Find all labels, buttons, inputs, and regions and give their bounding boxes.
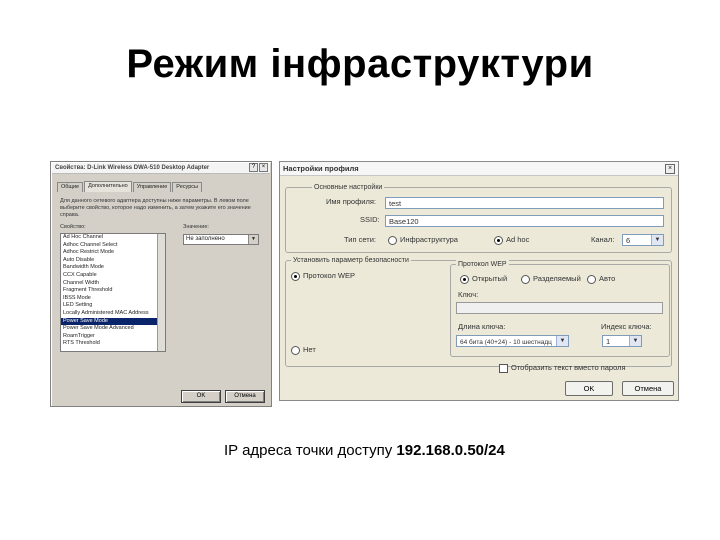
key-label: Ключ: — [458, 290, 479, 299]
list-item[interactable]: Bandwidth Mode — [61, 264, 165, 272]
description-text: Для данного сетевого адаптера доступны н… — [60, 198, 251, 218]
list-item[interactable]: Locally Administered MAC Address — [61, 310, 165, 318]
ok-button[interactable]: OK — [565, 381, 613, 396]
tab-resources[interactable]: Ресурсы — [172, 182, 202, 192]
list-item[interactable]: Power Save Mode — [61, 317, 165, 326]
open-auth-radio[interactable] — [460, 275, 469, 284]
help-icon[interactable]: ? — [249, 163, 258, 172]
adhoc-label: Ad hoc — [506, 235, 530, 244]
chevron-down-icon[interactable]: ▼ — [629, 336, 641, 346]
list-item[interactable]: Auto Disable — [61, 257, 165, 265]
list-item[interactable]: RoamTrigger — [61, 333, 165, 341]
chevron-down-icon[interactable]: ▼ — [651, 235, 663, 245]
profile-settings-dialog: Настройки профиля × Основные настройки И… — [279, 161, 679, 401]
show-password-checkbox[interactable] — [499, 364, 508, 373]
list-item[interactable]: Channel Width — [61, 280, 165, 288]
cancel-button[interactable]: Отмена — [622, 381, 674, 396]
list-item[interactable]: Power Save Mode Advanced — [61, 325, 165, 333]
list-item[interactable]: Adhoc Channel Select — [61, 242, 165, 250]
shared-auth-radio[interactable] — [521, 275, 530, 284]
value-label: Значение: — [183, 224, 209, 230]
close-icon[interactable]: × — [665, 164, 675, 174]
ok-button[interactable]: OK — [181, 390, 221, 403]
chevron-down-icon[interactable]: ▼ — [556, 336, 568, 346]
adhoc-radio[interactable] — [494, 236, 503, 245]
key-length-value: 64 бита (40+24) - 10 шестнадц — [460, 339, 552, 346]
none-radio[interactable] — [291, 346, 300, 355]
cancel-button[interactable]: Отмена — [225, 390, 265, 403]
tab-strip: Общие Дополнительно Управление Ресурсы — [57, 181, 203, 192]
ip-caption-prefix: IP адреса точки доступу — [224, 442, 397, 459]
ip-address-value: 192.168.0.50/24 — [396, 442, 505, 459]
ip-caption: IP адреса точки доступу 192.168.0.50/24 — [224, 442, 505, 459]
shared-auth-label: Разделяемый — [533, 274, 581, 283]
list-item[interactable]: RTS Threshold — [61, 340, 165, 348]
key-index-value: 1 — [606, 337, 611, 346]
key-length-select[interactable]: 64 бита (40+24) - 10 шестнадц ▼ — [456, 335, 569, 347]
adapter-properties-dialog: Свойства: D-Link Wireless DWA-510 Deskto… — [50, 161, 272, 407]
value-select-text: Не заполнено — [186, 236, 225, 242]
ssid-label: SSID: — [360, 215, 380, 224]
key-length-label: Длина ключа: — [458, 322, 506, 331]
dialog-title: Свойства: D-Link Wireless DWA-510 Deskto… — [52, 163, 270, 174]
wep-radio[interactable] — [291, 272, 300, 281]
close-icon[interactable]: × — [259, 163, 268, 172]
profile-dialog-title: Настройки профиля — [280, 162, 678, 176]
list-item[interactable]: Fragment Threshold — [61, 287, 165, 295]
property-list[interactable]: Ad Hoc Channel Adhoc Channel Select Adhoc … — [60, 233, 166, 352]
open-auth-label: Открытый — [472, 274, 508, 283]
security-legend: Установить параметр безопасности — [291, 256, 411, 265]
slide-title: Режим інфраструктури — [126, 42, 594, 86]
general-settings-legend: Основные настройки — [312, 183, 385, 192]
list-item[interactable]: IBSS Mode — [61, 295, 165, 303]
tab-general[interactable]: Общие — [57, 182, 84, 192]
value-select[interactable]: Не заполнено ▼ — [183, 234, 259, 245]
property-label: Свойство: — [60, 224, 86, 230]
channel-select[interactable]: 6 ▼ — [622, 234, 664, 246]
key-index-label: Индекс ключа: — [601, 322, 652, 331]
tab-management[interactable]: Управление — [132, 182, 172, 192]
property-list-scrollbar[interactable] — [157, 234, 165, 351]
profile-name-input[interactable]: test — [385, 197, 664, 209]
infrastructure-label: Инфраструктура — [400, 235, 458, 244]
channel-label: Канал: — [591, 235, 615, 244]
show-password-label: Отобразить текст вместо пароля — [511, 363, 626, 372]
infrastructure-radio[interactable] — [388, 236, 397, 245]
chevron-down-icon[interactable]: ▼ — [248, 235, 258, 244]
list-item[interactable]: LED Setting — [61, 302, 165, 310]
key-input[interactable] — [456, 302, 663, 314]
profile-name-label: Имя профиля: — [326, 197, 376, 206]
wep-radio-label: Протокол WEP — [303, 271, 356, 280]
auto-auth-radio[interactable] — [587, 275, 596, 284]
tab-advanced[interactable]: Дополнительно — [84, 181, 132, 192]
auto-auth-label: Авто — [599, 274, 616, 283]
list-item[interactable]: Ad Hoc Channel — [61, 234, 165, 242]
list-item[interactable]: Adhoc Restrict Mode — [61, 249, 165, 257]
ssid-input[interactable]: Base120 — [385, 215, 664, 227]
none-radio-label: Нет — [303, 345, 316, 354]
network-type-label: Тип сети: — [344, 235, 376, 244]
list-item[interactable]: CCX Capable — [61, 272, 165, 280]
channel-value: 6 — [626, 236, 631, 245]
wep-protocol-legend: Протокол WEP — [456, 260, 509, 269]
key-index-select[interactable]: 1 ▼ — [602, 335, 642, 347]
